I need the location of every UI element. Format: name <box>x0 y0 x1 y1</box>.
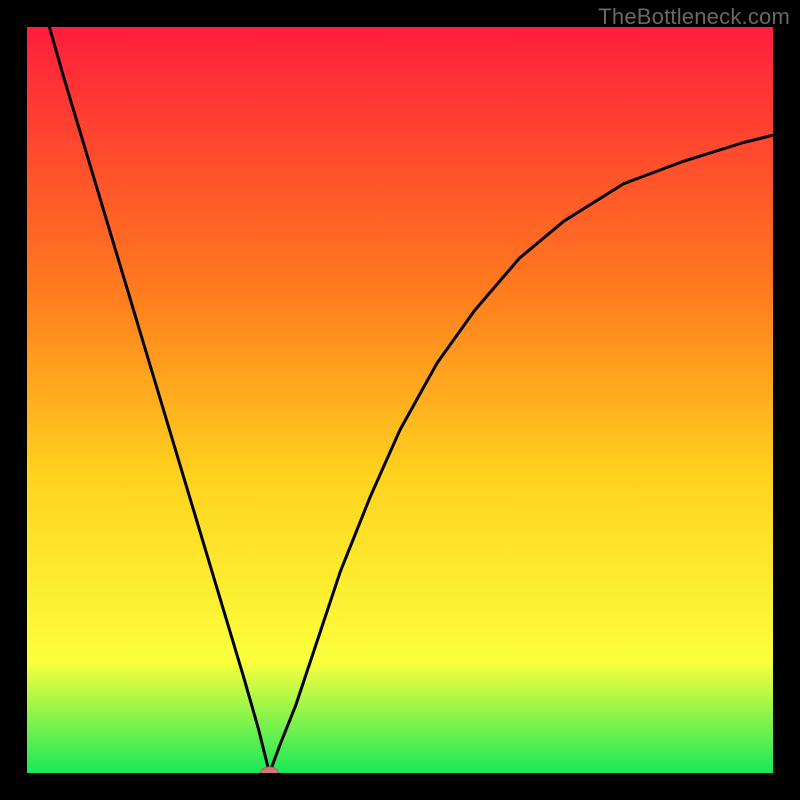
bottleneck-chart <box>27 27 773 773</box>
watermark-text: TheBottleneck.com <box>598 4 790 30</box>
plot-background <box>27 27 773 773</box>
chart-container: { "watermark": "TheBottleneck.com", "col… <box>0 0 800 800</box>
